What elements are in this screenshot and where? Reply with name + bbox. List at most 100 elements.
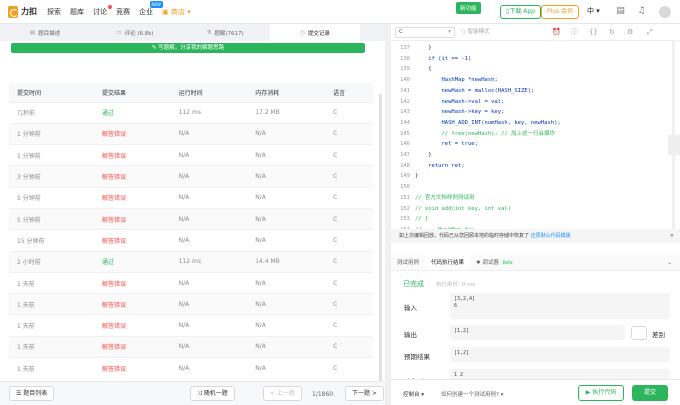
table-row[interactable]: 1 分钟前 解答错误 N/A N/A C bbox=[9, 144, 373, 166]
cell-result[interactable]: 通过 bbox=[94, 250, 171, 273]
leetcode-logo[interactable]: 力扣 bbox=[8, 5, 37, 18]
diff-checkbox[interactable] bbox=[631, 326, 647, 340]
info-icon[interactable]: ⓘ bbox=[571, 27, 578, 38]
nav-discuss[interactable]: 讨论 bbox=[93, 4, 112, 17]
restore-default-link[interactable]: 还原默认代码模版 bbox=[531, 233, 571, 239]
cell-result[interactable]: 解答错误 bbox=[94, 335, 171, 358]
code-line[interactable]: 153 // { bbox=[391, 214, 680, 225]
cell-result[interactable]: 解答错误 bbox=[94, 207, 171, 230]
header-memory[interactable]: 内存消耗 bbox=[247, 83, 326, 102]
problem-list-button[interactable]: ☰ 题目列表 bbox=[9, 386, 55, 401]
header-result[interactable]: 提交结果 bbox=[94, 83, 171, 102]
cell-result[interactable]: 解答错误 bbox=[94, 314, 171, 337]
header-runtime[interactable]: 运行时间 bbox=[170, 83, 248, 102]
plus-member-button[interactable]: Plus 会员 bbox=[541, 5, 580, 19]
table-row[interactable]: 5 分钟前 解答错误 N/A N/A C bbox=[9, 207, 373, 230]
nav-enterprise[interactable]: 企业 NEW bbox=[139, 0, 163, 17]
smart-mode-toggle[interactable]: ○ 智能模式 bbox=[461, 27, 490, 38]
prev-problem-button[interactable]: < 上一题 bbox=[263, 386, 302, 401]
code-line[interactable]: 143 newHash->key = key; bbox=[391, 107, 680, 118]
table-row[interactable]: 1 天前 解答错误 N/A N/A C bbox=[9, 314, 373, 337]
notebook-icon[interactable]: ▤ bbox=[615, 6, 626, 17]
tab-testcase[interactable]: 测试用例 bbox=[391, 255, 425, 270]
submissions-table: 提交时间 提交结果 运行时间 内存消耗 语言 几秒前 通过 112 ms 17.2 M… bbox=[9, 83, 373, 379]
table-row[interactable]: 5 分钟前 解答错误 N/A N/A C bbox=[9, 186, 373, 209]
cell-result[interactable]: 解答错误 bbox=[94, 122, 171, 145]
cell-result[interactable]: 解答错误 bbox=[94, 357, 171, 379]
reset-icon[interactable]: ↻ bbox=[609, 27, 615, 38]
table-row[interactable]: 1 天前 解答错误 N/A N/A C bbox=[9, 271, 373, 294]
table-scrollbar[interactable] bbox=[379, 94, 382, 394]
cell-result[interactable]: 解答错误 bbox=[94, 229, 171, 252]
code-line[interactable]: 149} bbox=[391, 171, 680, 182]
table-row[interactable]: 15 分钟前 解答错误 N/A N/A C bbox=[9, 229, 373, 252]
language-select[interactable]: C bbox=[395, 27, 455, 38]
collapse-chevron-icon[interactable]: ⌄ bbox=[667, 255, 672, 271]
code-line[interactable]: 142 newHash->val = val; bbox=[391, 97, 680, 108]
language-switch[interactable]: 中 ▾ bbox=[587, 6, 600, 16]
random-problem-button[interactable]: ⤨ 随机一题 bbox=[190, 386, 235, 401]
run-code-button[interactable]: ▶ 执行代码 bbox=[578, 385, 624, 401]
fullscreen-icon[interactable]: ⤢ bbox=[647, 27, 653, 38]
nav-explore[interactable]: 探索 bbox=[47, 7, 61, 17]
tab-comments[interactable]: ▭ 评论 (6.8k) bbox=[90, 24, 180, 41]
cell-result[interactable]: 解答错误 bbox=[94, 186, 171, 209]
code-line[interactable]: 139 { bbox=[391, 64, 680, 75]
code-line[interactable]: 147 } bbox=[391, 150, 680, 161]
table-row[interactable]: 几秒前 通过 112 ms 17.2 MB C bbox=[9, 101, 373, 124]
nav-store[interactable]: ▣ 商店 ▾ bbox=[162, 7, 191, 17]
cell-time: 2 小时前 bbox=[9, 250, 95, 273]
bell-icon[interactable]: ♫ bbox=[636, 6, 647, 17]
table-row[interactable]: 2 小时前 通过 112 ms 14.4 MB C bbox=[9, 250, 373, 273]
code-line[interactable]: 152 // void add(int key, int val) bbox=[391, 204, 680, 215]
cell-result[interactable]: 解答错误 bbox=[94, 165, 171, 188]
share-solution-button[interactable]: ✎ 写题解，分享我的解题思路 bbox=[11, 43, 365, 53]
console-toggle[interactable]: 控制台 ▾ bbox=[403, 390, 424, 398]
alarm-icon[interactable]: ⏰ bbox=[552, 27, 561, 38]
avatar[interactable] bbox=[659, 6, 671, 18]
line-number: 145 bbox=[400, 130, 410, 137]
header-language[interactable]: 语言 bbox=[325, 83, 373, 102]
code-editor[interactable]: 137 } 138 if (it == -1) 139 {140 HashMap *… bbox=[391, 41, 680, 229]
tab-submissions-label: 提交记录 bbox=[307, 30, 330, 37]
diff-toggle[interactable]: 差别 bbox=[631, 326, 670, 340]
page-indicator: 1/1860 bbox=[312, 391, 334, 398]
cell-result[interactable]: 解答错误 bbox=[94, 271, 171, 294]
code-line[interactable]: 144 HASH_ADD_INT(numHash, key, newHash); bbox=[391, 118, 680, 129]
close-icon[interactable]: ✕ bbox=[670, 229, 674, 243]
new-feature-tag[interactable]: 新功能 bbox=[456, 2, 481, 14]
download-app-button[interactable]: ▯ 下载 App bbox=[500, 5, 541, 19]
testcase-help-dropdown[interactable]: 如何创建一个测试用例? ▾ bbox=[441, 390, 503, 398]
table-row[interactable]: 1 天前 解答错误 N/A N/A C bbox=[9, 357, 373, 379]
submit-button[interactable]: 提交 bbox=[632, 385, 668, 401]
table-row[interactable]: 1 分钟前 解答错误 N/A N/A C bbox=[9, 122, 373, 145]
table-row[interactable]: 1 天前 解答错误 N/A N/A C bbox=[9, 335, 373, 358]
next-problem-button[interactable]: 下一题 > bbox=[345, 386, 384, 401]
cell-memory: 14.4 MB bbox=[247, 250, 326, 273]
braces-icon[interactable]: {} bbox=[589, 27, 598, 38]
code-line[interactable]: 148 return ret; bbox=[391, 161, 680, 172]
code-line[interactable]: 145 // free(newHash); // 加上这一行会爆炸 bbox=[391, 129, 680, 140]
tab-solutions[interactable]: ⚗ 题解(7617) bbox=[180, 24, 270, 41]
cell-result[interactable]: 解答错误 bbox=[94, 293, 171, 315]
tab-run-result[interactable]: 代码执行结果 bbox=[425, 255, 471, 270]
header-time[interactable]: 提交时间 bbox=[9, 83, 95, 102]
code-line[interactable]: 137 } bbox=[391, 43, 680, 54]
code-line[interactable]: 141 newHash = malloc(HASH_SIZE); bbox=[391, 86, 680, 97]
side-drawer-tab[interactable] bbox=[668, 135, 680, 155]
table-row[interactable]: 1 天前 解答错误 N/A N/A C bbox=[9, 293, 373, 315]
code-line[interactable]: 138 if (it == -1) bbox=[391, 54, 680, 65]
settings-icon[interactable]: ⚙ bbox=[627, 27, 633, 38]
cell-result[interactable]: 解答错误 bbox=[94, 144, 171, 166]
code-line[interactable]: 140 HashMap *newHash; bbox=[391, 75, 680, 86]
code-line[interactable]: 146 ret = true; bbox=[391, 139, 680, 150]
code-line[interactable]: 150 bbox=[391, 182, 680, 193]
nav-contest[interactable]: 竞赛 bbox=[116, 7, 130, 17]
table-row[interactable]: 3 分钟前 解答错误 N/A N/A C bbox=[9, 165, 373, 188]
tab-submissions[interactable]: ◷ 提交记录 bbox=[270, 24, 360, 41]
nav-problems[interactable]: 题库 bbox=[70, 7, 84, 17]
tab-description[interactable]: ▤ 题目描述 bbox=[0, 24, 90, 41]
cell-result[interactable]: 通过 bbox=[94, 101, 171, 124]
code-line[interactable]: 151 // 官方文档样例测试用 bbox=[391, 193, 680, 204]
tab-debugger[interactable]: ✹ 调试器 Beta bbox=[470, 255, 520, 270]
